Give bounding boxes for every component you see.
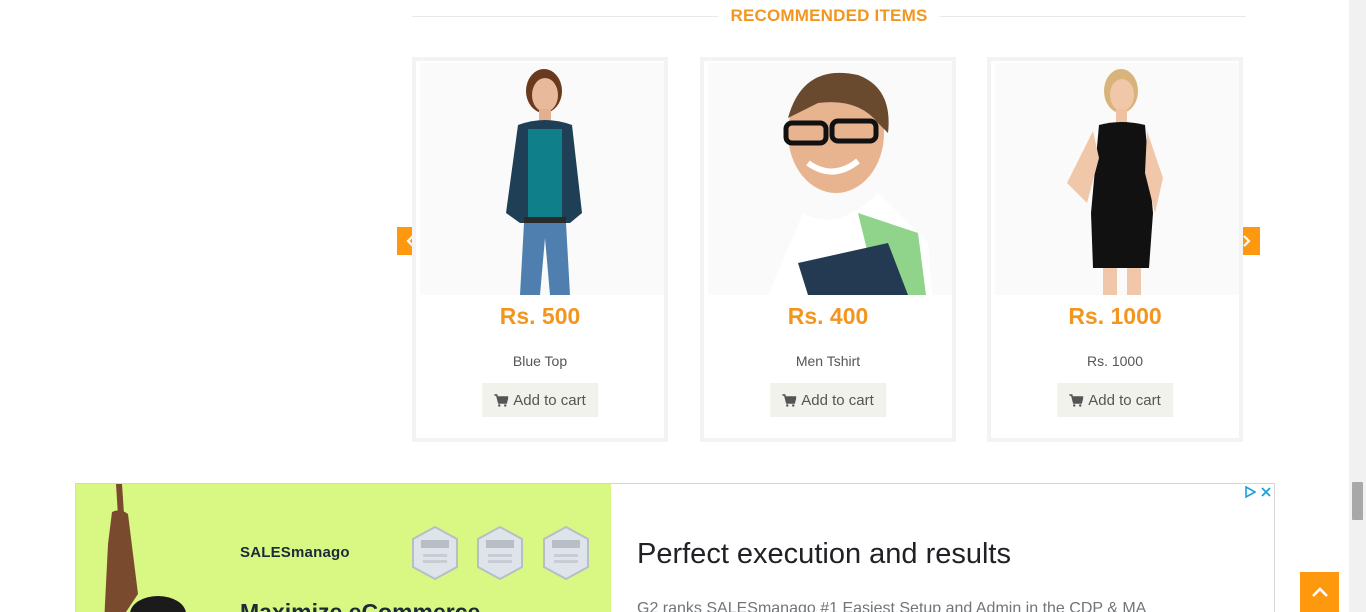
shopping-cart-icon bbox=[494, 393, 509, 407]
product-name: Men Tshirt bbox=[795, 353, 861, 369]
add-to-cart-label: Add to cart bbox=[513, 391, 586, 409]
product-name: Rs. 1000 bbox=[1086, 353, 1144, 369]
award-badge-icon bbox=[543, 526, 589, 580]
add-to-cart-button[interactable]: Add to cart bbox=[770, 383, 886, 417]
product-image[interactable] bbox=[708, 63, 952, 295]
vertical-scrollbar[interactable] bbox=[1349, 0, 1366, 612]
shopping-cart-icon bbox=[1069, 393, 1084, 407]
ad-choices[interactable] bbox=[1244, 486, 1271, 498]
add-to-cart-button[interactable]: Add to cart bbox=[482, 383, 598, 417]
product-price: Rs. 500 bbox=[499, 303, 581, 329]
advertisement-banner[interactable]: SALESmanago Maximize eCommerce Perfect e… bbox=[75, 483, 1275, 612]
scrollbar-thumb[interactable] bbox=[1352, 482, 1363, 520]
scroll-to-top-button[interactable] bbox=[1300, 572, 1339, 612]
ad-title[interactable]: Perfect execution and results bbox=[637, 538, 1011, 571]
ad-left-headline: Maximize eCommerce bbox=[240, 599, 481, 612]
shopping-cart-icon bbox=[782, 393, 797, 407]
chevron-up-icon bbox=[1311, 587, 1328, 597]
product-card: Rs. 400 Men Tshirt Add to cart bbox=[700, 57, 956, 442]
product-name: Blue Top bbox=[512, 353, 568, 369]
award-badge-icon bbox=[412, 526, 458, 580]
ad-brand-logo: SALESmanago bbox=[240, 544, 350, 561]
ad-choices-icon[interactable] bbox=[1244, 486, 1256, 498]
product-image[interactable] bbox=[995, 63, 1239, 295]
product-card: Rs. 1000 Rs. 1000 Add to cart bbox=[987, 57, 1243, 442]
ad-person-illustration bbox=[104, 484, 186, 612]
product-price: Rs. 1000 bbox=[1068, 303, 1162, 329]
ad-image-panel[interactable]: SALESmanago Maximize eCommerce bbox=[76, 484, 611, 612]
add-to-cart-button[interactable]: Add to cart bbox=[1057, 383, 1173, 417]
product-price: Rs. 400 bbox=[787, 303, 869, 329]
product-card: Rs. 500 Blue Top Add to cart bbox=[412, 57, 668, 442]
close-icon[interactable] bbox=[1261, 487, 1271, 497]
award-badge-icon bbox=[477, 526, 523, 580]
section-title: RECOMMENDED ITEMS bbox=[718, 6, 940, 26]
add-to-cart-label: Add to cart bbox=[801, 391, 874, 409]
add-to-cart-label: Add to cart bbox=[1088, 391, 1161, 409]
product-image[interactable] bbox=[420, 63, 664, 295]
ad-description: G2 ranks SALESmanago #1 Easiest Setup an… bbox=[637, 600, 1147, 612]
recommended-items-header: RECOMMENDED ITEMS bbox=[412, 0, 1246, 34]
